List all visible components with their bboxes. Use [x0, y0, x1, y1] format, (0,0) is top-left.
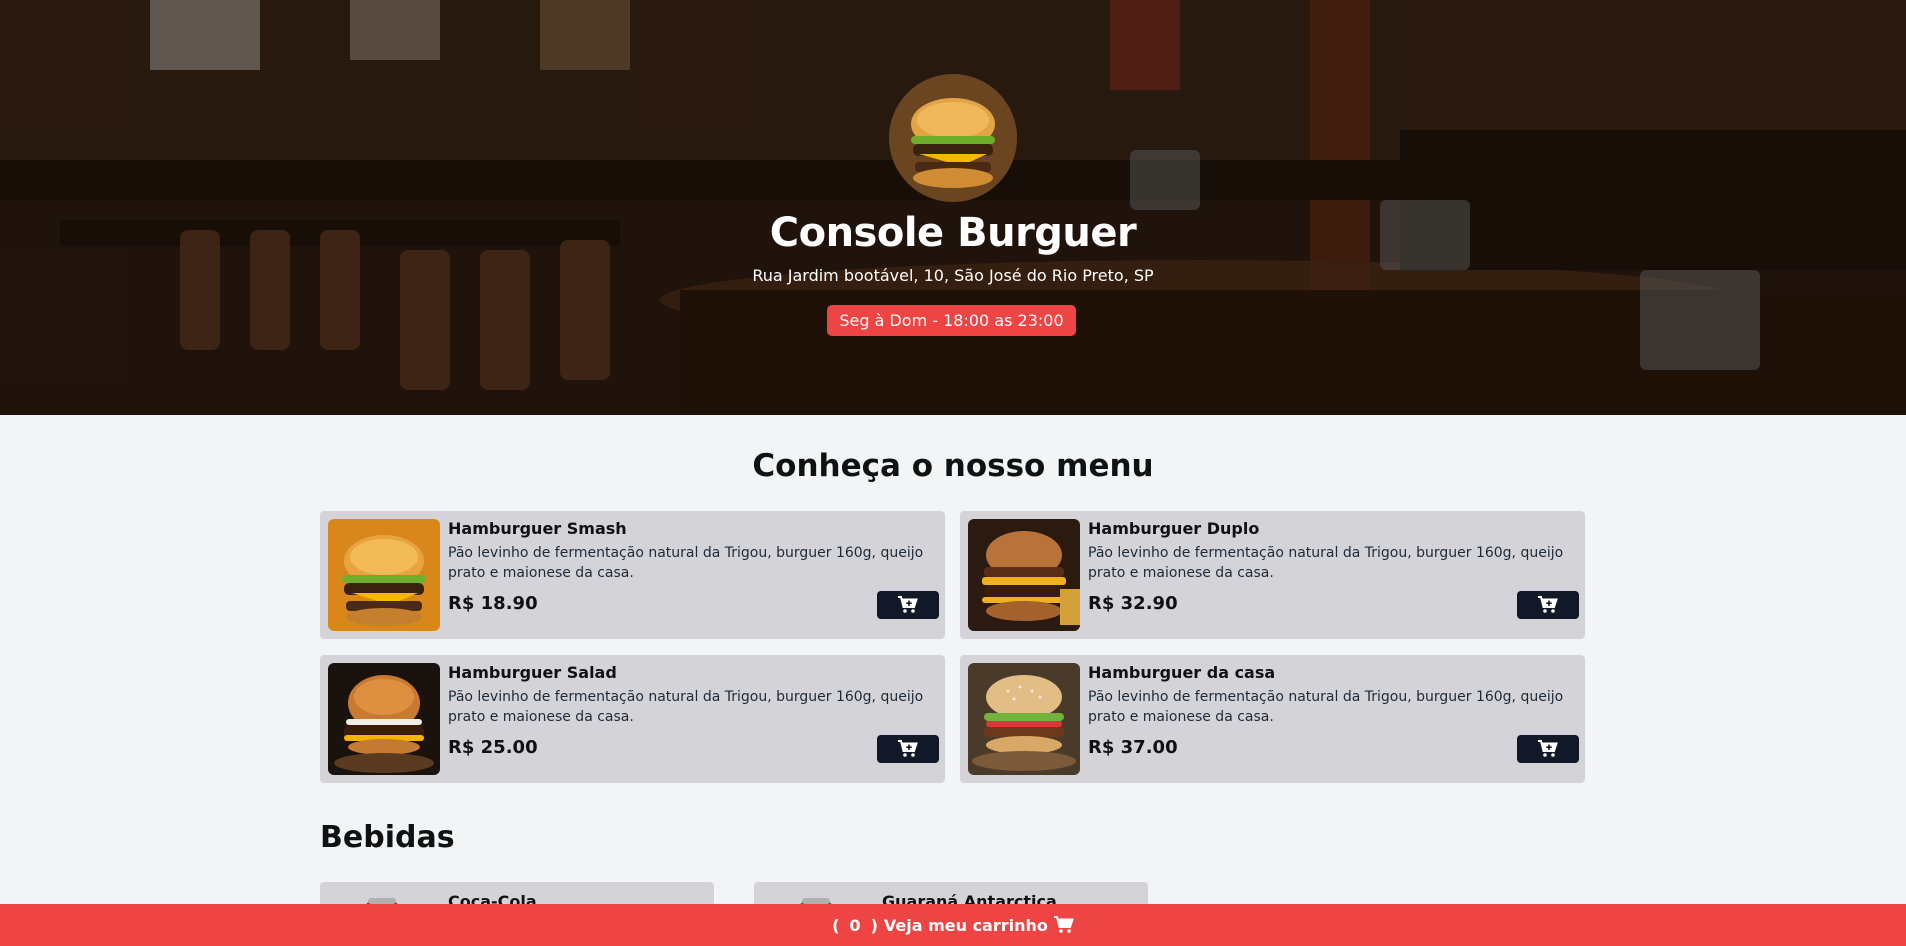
- restaurant-name: Console Burguer: [769, 210, 1137, 256]
- add-cart-icon: [1538, 740, 1558, 757]
- cart-label: Veja meu carrinho: [883, 915, 1048, 935]
- menu-item-description: Pão levinho de fermentação natural da Tr…: [1088, 545, 1564, 581]
- cart-count: 0: [849, 915, 861, 935]
- cart-close-paren: ): [870, 915, 878, 935]
- menu-item-card: Hamburguer Salad Pão levinho de fermenta…: [320, 655, 945, 783]
- restaurant-address: Rua Jardim bootável, 10, São José do Rio…: [752, 266, 1154, 285]
- menu-item-card: Hamburguer Duplo Pão levinho de fermenta…: [960, 511, 1585, 639]
- menu-item-description: Pão levinho de fermentação natural da Tr…: [448, 689, 924, 725]
- add-cart-icon: [1538, 596, 1558, 613]
- menu-item-price: R$ 37.00: [1088, 737, 1178, 758]
- hero-content: Console Burguer Rua Jardim bootável, 10,…: [0, 0, 1906, 415]
- cart-open-paren: (: [832, 915, 840, 935]
- menu-item-card: Hamburguer Smash Pão levinho de fermenta…: [320, 511, 945, 639]
- add-to-cart-button[interactable]: [1517, 591, 1579, 619]
- burger-logo-icon: [889, 74, 1017, 202]
- cart-icon: [1053, 916, 1074, 933]
- burger-image: [328, 663, 440, 775]
- hero-banner: Console Burguer Rua Jardim bootável, 10,…: [0, 0, 1906, 415]
- view-cart-button[interactable]: ( 0 ) Veja meu carrinho: [0, 904, 1906, 946]
- drinks-section-title: Bebidas: [320, 820, 455, 855]
- menu-item-name: Hamburguer da casa: [1088, 663, 1276, 682]
- menu-item-name: Hamburguer Smash: [448, 519, 627, 538]
- menu-item-price: R$ 18.90: [448, 593, 538, 614]
- menu-item-card: Hamburguer da casa Pão levinho de fermen…: [960, 655, 1585, 783]
- menu-title: Conheça o nosso menu: [752, 448, 1154, 484]
- opening-hours-badge: Seg à Dom - 18:00 as 23:00: [827, 305, 1076, 336]
- add-cart-icon: [898, 596, 918, 613]
- add-cart-icon: [898, 740, 918, 757]
- menu-item-name: Hamburguer Duplo: [1088, 519, 1260, 538]
- add-to-cart-button[interactable]: [877, 591, 939, 619]
- burger-image: [968, 663, 1080, 775]
- menu-item-description: Pão levinho de fermentação natural da Tr…: [448, 545, 924, 581]
- burger-image: [968, 519, 1080, 631]
- add-to-cart-button[interactable]: [877, 735, 939, 763]
- menu-item-name: Hamburguer Salad: [448, 663, 617, 682]
- menu-item-price: R$ 32.90: [1088, 593, 1178, 614]
- burger-image: [328, 519, 440, 631]
- menu-item-description: Pão levinho de fermentação natural da Tr…: [1088, 689, 1564, 725]
- add-to-cart-button[interactable]: [1517, 735, 1579, 763]
- menu-item-price: R$ 25.00: [448, 737, 538, 758]
